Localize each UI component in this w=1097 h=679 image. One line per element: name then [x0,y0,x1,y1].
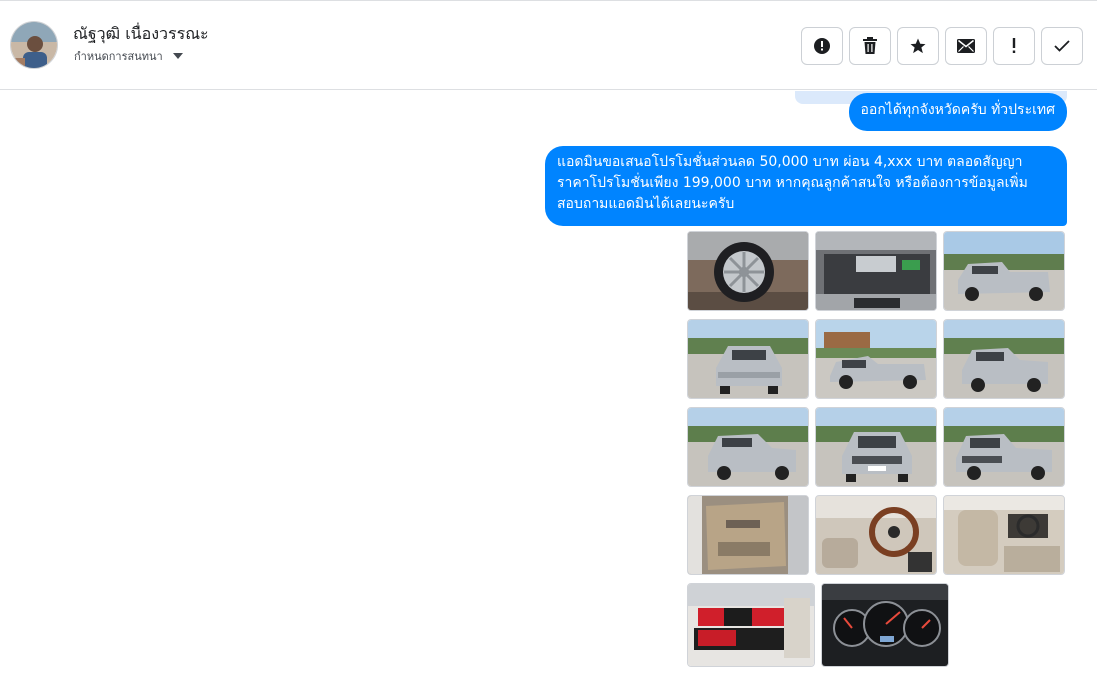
check-icon [1054,40,1070,52]
photo-dashboard[interactable] [821,583,949,667]
conversation-header: ณัฐวุฒิ เนื่องวรรณะ กำหนดการสนทนา [0,0,1097,90]
star-button[interactable] [897,27,939,65]
photo-front[interactable] [815,407,937,487]
photo-engine[interactable] [815,231,937,311]
delete-button[interactable] [849,27,891,65]
trash-icon [863,37,877,54]
photo-front-three-quarter[interactable] [943,231,1065,311]
photo-rear-seat[interactable] [687,583,815,667]
photo-side[interactable] [815,319,937,399]
photo-rear-three-quarter[interactable] [943,319,1065,399]
message-bubble[interactable]: แอดมินขอเสนอโปรโมชั่นส่วนลด 50,000 บาท ผ… [545,146,1067,226]
mark-unread-button[interactable] [945,27,987,65]
photo-steering[interactable] [815,495,937,575]
conversation-settings-dropdown[interactable]: กำหนดการสนทนา [74,47,183,65]
contact-name[interactable]: ณัฐวุฒิ เนื่องวรรณะ [73,22,209,47]
photo-rear[interactable] [687,319,809,399]
mark-important-button[interactable] [993,27,1035,65]
photo-seats[interactable] [943,495,1065,575]
message-bubble[interactable]: ออกได้ทุกจังหวัดครับ ทั่วประเทศ [848,93,1067,131]
photo-door-panel[interactable] [687,495,809,575]
mark-spam-button[interactable] [801,27,843,65]
photo-wheel[interactable] [687,231,809,311]
exclamation-icon [1012,38,1016,53]
action-toolbar [801,27,1083,65]
mark-done-button[interactable] [1041,27,1083,65]
photo-rear-left[interactable] [687,407,809,487]
avatar[interactable] [10,21,58,69]
envelope-icon [957,39,975,53]
conversation-settings-label: กำหนดการสนทนา [74,50,163,63]
photo-front-angle[interactable] [943,407,1065,487]
message-thread[interactable]: ออกได้ทุกจังหวัดครับ ทั่วประเทศ แอดมินขอ… [0,91,1097,679]
alert-circle-icon [814,38,830,54]
chevron-down-icon [172,53,183,59]
star-icon [910,38,926,54]
